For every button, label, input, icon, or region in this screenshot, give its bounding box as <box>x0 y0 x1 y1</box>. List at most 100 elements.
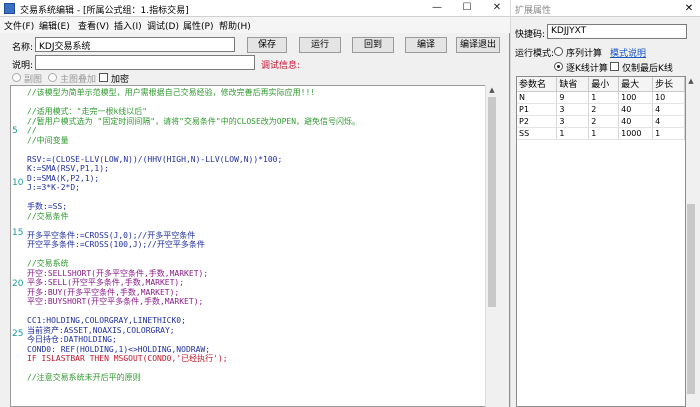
code-line[interactable]: RSV:=(CLOSE-LLV(LOW,N))/(HHV(HIGH,N)-LLV… <box>27 155 495 165</box>
scroll-thumb[interactable] <box>687 204 695 394</box>
compile-button[interactable]: 编译 <box>405 37 447 53</box>
table-cell[interactable]: SS <box>517 127 558 140</box>
menu-view[interactable]: 查看(V) <box>78 19 109 32</box>
scroll-up-icon[interactable]: ▲ <box>486 85 498 95</box>
code-line[interactable]: 平空:BUYSHORT(开空平多条件,手数,MARKET); <box>27 297 495 307</box>
code-line[interactable]: //注意交易系统未开后平的原则 <box>27 373 495 383</box>
compile-exit-button[interactable]: 编译退出 <box>456 37 500 53</box>
code-line[interactable] <box>27 364 495 374</box>
table-cell[interactable]: 1 <box>588 91 620 104</box>
code-line[interactable] <box>27 193 495 203</box>
table-row[interactable]: P2 3 2 40 4 <box>517 115 685 128</box>
mode-seq-radio[interactable] <box>554 47 563 56</box>
table-cell[interactable]: 1 <box>556 127 590 140</box>
menu-file[interactable]: 文件(F) <box>4 19 34 32</box>
panel-close-button[interactable]: ✕ <box>679 0 699 17</box>
table-cell[interactable]: 3 <box>556 115 590 128</box>
code-line[interactable]: K:=SMA(RSV,P1,1); <box>27 164 495 174</box>
mode-kline-radio[interactable] <box>554 62 563 71</box>
code-line[interactable]: //交易系统 <box>27 259 495 269</box>
encrypt-checkbox[interactable] <box>99 73 108 82</box>
minimize-button[interactable]: — <box>422 0 452 16</box>
table-cell[interactable]: P2 <box>517 115 558 128</box>
code-line[interactable]: // <box>27 126 495 136</box>
title-bar: 交易系统编辑 - [所属公式组：1.指标交易] — ☐ ✕ <box>0 0 510 17</box>
shortcut-field[interactable]: KDJJYXT <box>547 24 687 39</box>
table-cell[interactable]: 1 <box>588 127 620 140</box>
code-line[interactable]: 开空平多条件:=CROSS(100,J);//开空平多条件 <box>27 240 495 250</box>
table-cell[interactable]: 1000 <box>618 127 654 140</box>
menu-debug[interactable]: 调试(D) <box>147 19 179 32</box>
code-text[interactable]: //该模型为简单示范模型，用户需根据自己交易经验，修改完善后再实际应用!!! //… <box>27 88 495 383</box>
table-cell[interactable]: 40 <box>618 115 654 128</box>
code-line[interactable] <box>27 145 495 155</box>
name-field[interactable]: KDJ交易系统 <box>35 37 235 52</box>
table-cell[interactable]: 2 <box>588 115 620 128</box>
save-button[interactable]: 保存 <box>247 37 287 53</box>
code-editor[interactable]: 5 10 15 20 25 //该模型为简单示范模型，用户需根据自己交易经验，修… <box>10 85 497 407</box>
code-line[interactable]: D:=SMA(K,P2,1); <box>27 174 495 184</box>
table-cell[interactable]: 4 <box>652 115 685 128</box>
table-cell[interactable]: 1 <box>652 127 685 140</box>
table-scrollbar[interactable]: ▲ <box>686 76 696 407</box>
parameter-table[interactable]: 参数名 缺省 最小 最大 步长 N 9 1 100 10 P1 3 2 40 4 P2 3 2 40 4 SS… <box>516 76 686 407</box>
subchart-radio[interactable] <box>12 73 21 82</box>
scroll-thumb[interactable] <box>488 97 496 307</box>
table-header-row: 参数名 缺省 最小 最大 步长 <box>517 77 685 92</box>
desc-label: 说明: <box>12 61 34 71</box>
code-line[interactable]: //暂用户模式选为 "固定时间间隔"，请将"交易条件"中的CLOSE改为OPEN… <box>27 117 495 127</box>
code-line[interactable]: //适用模式："走完一根k线以后" <box>27 107 495 117</box>
table-cell[interactable]: 3 <box>556 103 590 116</box>
encrypt-label: 加密 <box>111 75 130 85</box>
only-last-kline-checkbox[interactable] <box>610 62 619 71</box>
desc-field[interactable] <box>35 55 255 70</box>
code-line[interactable] <box>27 307 495 317</box>
line-number: 15 <box>12 228 24 238</box>
menu-help[interactable]: 帮助(H) <box>219 19 251 32</box>
table-row[interactable]: SS 1 1 1000 1 <box>517 127 685 140</box>
panel-title-bar: 扩展属性 ✕ <box>511 0 700 17</box>
code-line[interactable]: J:=3*K-2*D; <box>27 183 495 193</box>
code-line[interactable]: CC1:HOLDING,COLORGRAY,LINETHICK0; <box>27 316 495 326</box>
code-line[interactable]: IF ISLASTBAR THEN MSGOUT(COND0,'已经执行'); <box>27 354 495 364</box>
table-cell[interactable]: N <box>517 91 558 104</box>
table-cell[interactable]: 100 <box>618 91 654 104</box>
table-cell[interactable]: P1 <box>517 103 558 116</box>
table-row[interactable]: P1 3 2 40 4 <box>517 103 685 116</box>
revert-button[interactable]: 回到 <box>352 37 394 53</box>
code-line[interactable]: 今日持仓:DATHOLDING; <box>27 335 495 345</box>
mode-help-link[interactable]: 模式说明 <box>610 46 646 59</box>
table-cell[interactable]: 2 <box>588 103 620 116</box>
code-line[interactable]: 开多平空条件:=CROSS(J,0);//开多平空条件 <box>27 231 495 241</box>
code-line[interactable]: 开多:BUY(开多平空条件,手数,MARKET); <box>27 288 495 298</box>
code-line[interactable]: 当前资产:ASSET,NOAXIS,COLORGRAY; <box>27 326 495 336</box>
scroll-up-icon[interactable]: ▲ <box>686 76 696 86</box>
code-line[interactable] <box>27 250 495 260</box>
app-icon <box>4 3 15 14</box>
code-line[interactable]: 手数:=SS; <box>27 202 495 212</box>
code-line[interactable]: 开空:SELLSHORT(开多平空条件,手数,MARKET); <box>27 269 495 279</box>
panel-title: 扩展属性 <box>515 6 552 16</box>
table-cell[interactable]: 40 <box>618 103 654 116</box>
extended-properties-panel: 扩展属性 ✕ 快捷码: KDJJYXT 运行模式: 序列计算 模式说明 逐K线计… <box>511 0 700 407</box>
maximize-button[interactable]: ☐ <box>452 0 482 16</box>
run-button[interactable]: 运行 <box>299 37 341 53</box>
table-cell[interactable]: 10 <box>652 91 685 104</box>
menu-insert[interactable]: 插入(I) <box>114 19 142 32</box>
code-line[interactable]: 平多:SELL(开空平多条件,手数,MARKET); <box>27 278 495 288</box>
table-cell[interactable]: 9 <box>556 91 590 104</box>
code-line[interactable] <box>27 98 495 108</box>
menu-edit[interactable]: 编辑(E) <box>39 19 70 32</box>
table-row[interactable]: N 9 1 100 10 <box>517 91 685 104</box>
line-number: 10 <box>12 178 24 188</box>
code-line[interactable] <box>27 221 495 231</box>
code-line[interactable]: //交易条件 <box>27 212 495 222</box>
main-overlay-radio[interactable] <box>48 73 57 82</box>
editor-scrollbar[interactable]: ▲ <box>485 85 497 407</box>
menu-properties[interactable]: 属性(P) <box>183 19 213 32</box>
table-cell[interactable]: 4 <box>652 103 685 116</box>
close-button[interactable]: ✕ <box>482 0 512 16</box>
code-line[interactable]: //中间变量 <box>27 136 495 146</box>
code-line[interactable]: //该模型为简单示范模型，用户需根据自己交易经验，修改完善后再实际应用!!! <box>27 88 495 98</box>
code-line[interactable]: COND0: REF(HOLDING,1)<>HOLDING,NODRAW; <box>27 345 495 355</box>
